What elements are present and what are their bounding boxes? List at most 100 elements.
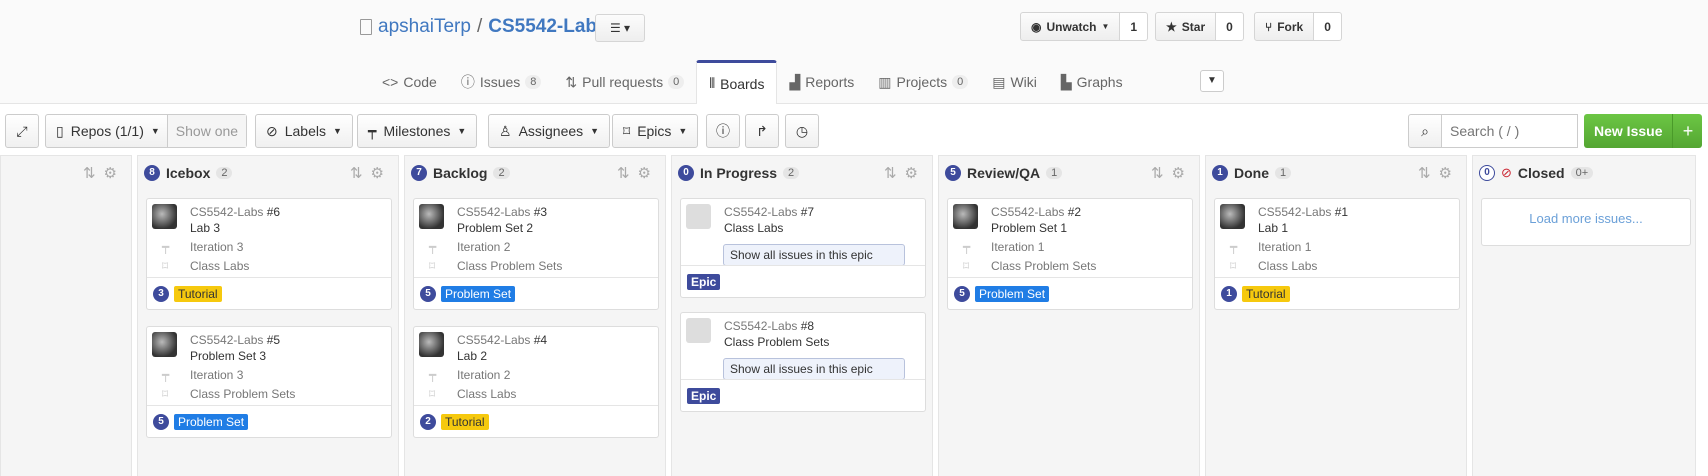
issues-toggle[interactable]: ⓘ <box>706 114 740 148</box>
repo-book-icon <box>360 19 372 35</box>
epic-card[interactable]: CS5542-Labs #8 Class Problem Sets Show a… <box>680 312 926 412</box>
issue-milestone: Iteration 3 <box>190 240 244 254</box>
repo-icon: ▯ <box>56 122 64 139</box>
issue-title[interactable]: Lab 3 <box>190 221 220 235</box>
load-more-link[interactable]: Load more issues... <box>1482 211 1690 226</box>
issue-title[interactable]: Problem Set 3 <box>190 349 266 363</box>
add-button[interactable]: + <box>1672 114 1703 148</box>
issue-title[interactable]: Class Problem Sets <box>724 335 829 349</box>
sort-settings-icons[interactable]: ⇅⚙ <box>1418 164 1460 182</box>
repo-owner-link[interactable]: apshaiTerp <box>378 16 471 38</box>
star-button[interactable]: ★ Star <box>1155 12 1217 41</box>
tab-reports[interactable]: ▟ Reports <box>777 60 866 104</box>
tab-code[interactable]: <> Code <box>370 60 449 104</box>
tab-label: Graphs <box>1076 74 1123 90</box>
label-badge[interactable]: Tutorial <box>441 413 489 430</box>
milestones-filter[interactable]: ┯ Milestones ▼ <box>357 114 478 148</box>
issue-title[interactable]: Problem Set 2 <box>457 221 533 235</box>
sort-settings-icons[interactable]: ⇅⚙ <box>83 164 125 182</box>
issue-card[interactable]: CS5542-Labs #6 Lab 3 ┯ Iteration 3 ⌑ Cla… <box>146 198 392 310</box>
card-footer: Epic <box>681 379 925 411</box>
story-points: 5 <box>420 285 436 302</box>
tab-label: Issues <box>479 74 521 90</box>
avatar <box>953 204 978 229</box>
repo-menu-button[interactable]: ☰ ▾ <box>595 14 645 42</box>
pull-request-icon: ↱ <box>756 122 768 139</box>
issue-ref: CS5542-Labs #8 <box>724 319 814 333</box>
epics-filter[interactable]: ⌑ Epics ▼ <box>612 114 699 148</box>
labels-filter[interactable]: ⊘ Labels ▼ <box>255 114 353 148</box>
issue-title[interactable]: Class Labs <box>724 221 783 235</box>
tab-boards[interactable]: ⫴ Boards <box>696 60 778 104</box>
issue-card[interactable]: CS5542-Labs #4 Lab 2 ┯ Iteration 2 ⌑ Cla… <box>413 326 659 438</box>
tab-wiki[interactable]: ▤ Wiki <box>980 60 1049 104</box>
issue-number: #2 <box>1067 205 1082 219</box>
column-number: 7 <box>411 165 427 181</box>
issue-card[interactable]: CS5542-Labs #5 Problem Set 3 ┯ Iteration… <box>146 326 392 438</box>
repo-name: CS5542-Labs <box>457 333 531 347</box>
caret-icon: ▼ <box>1101 22 1110 31</box>
fork-button[interactable]: ⑂ Fork <box>1254 12 1315 41</box>
column-header: 1 Done 1 ⇅⚙ <box>1206 156 1466 190</box>
search-button[interactable]: ⌕ <box>1408 114 1442 148</box>
new-issue-button[interactable]: New Issue <box>1584 114 1673 148</box>
sort-settings-icons[interactable]: ⇅⚙ <box>350 164 392 182</box>
sort-settings-icons[interactable]: ⇅⚙ <box>617 164 659 182</box>
sort-settings-icons[interactable]: ⇅⚙ <box>884 164 926 182</box>
tab-label: Wiki <box>1010 74 1037 90</box>
fullscreen-button[interactable]: ⤢ <box>5 114 39 148</box>
tab-count: 8 <box>525 75 542 89</box>
recent-toggle[interactable]: ◷ <box>785 114 819 148</box>
watch-count[interactable]: 1 <box>1120 12 1149 41</box>
label-badge[interactable]: Problem Set <box>174 413 249 430</box>
issue-title[interactable]: Lab 2 <box>457 349 487 363</box>
issue-card[interactable]: CS5542-Labs #3 Problem Set 2 ┯ Iteration… <box>413 198 659 310</box>
column-name: Review/QA <box>967 165 1041 181</box>
star-icon: ★ <box>1166 19 1177 34</box>
repos-filter[interactable]: ▯ Repos (1/1) ▼ Show one <box>45 114 248 148</box>
label-badge[interactable]: Problem Set <box>975 285 1050 302</box>
board: ⇅⚙ 8 Icebox 2 ⇅⚙ CS5542-Labs #6 Lab 3 ┯ … <box>0 155 1708 476</box>
epic-card[interactable]: CS5542-Labs #7 Class Labs Show all issue… <box>680 198 926 298</box>
fork-count[interactable]: 0 <box>1314 12 1342 41</box>
issue-card[interactable]: CS5542-Labs #1 Lab 1 ┯ Iteration 1 ⌑ Cla… <box>1214 198 1460 310</box>
issue-title[interactable]: Problem Set 1 <box>991 221 1067 235</box>
show-epic-issues-button[interactable]: Show all issues in this epic <box>723 244 905 266</box>
show-epic-issues-button[interactable]: Show all issues in this epic <box>723 358 905 380</box>
tag-icon: ⊘ <box>266 122 278 139</box>
column-count: 0+ <box>1570 167 1594 179</box>
pull-requests-toggle[interactable]: ↱ <box>745 114 779 148</box>
repo-name-link[interactable]: CS5542-Labs <box>488 16 607 38</box>
issue-number: #8 <box>800 319 815 333</box>
tab-label: Code <box>403 74 437 90</box>
issue-title[interactable]: Lab 1 <box>1258 221 1288 235</box>
tab-pull-requests[interactable]: ⇅ Pull requests 0 <box>553 60 696 104</box>
issue-epic: Class Labs <box>190 259 250 273</box>
issue-card[interactable]: CS5542-Labs #2 Problem Set 1 ┯ Iteration… <box>947 198 1193 310</box>
more-tabs-button[interactable]: ▼ <box>1200 70 1224 92</box>
tab-graphs[interactable]: ▙ Graphs <box>1049 60 1135 104</box>
issue-epic: Class Labs <box>1258 259 1318 273</box>
card-footer: 5 Problem Set <box>147 405 391 437</box>
epic-badge[interactable]: Epic <box>687 273 721 290</box>
column-review-qa: 5 Review/QA 1 ⇅⚙ CS5542-Labs #2 Problem … <box>938 155 1200 476</box>
sort-settings-icons[interactable]: ⇅⚙ <box>1151 164 1193 182</box>
label-badge[interactable]: Tutorial <box>1242 285 1290 302</box>
repo-name: CS5542-Labs <box>991 205 1065 219</box>
epic-badge[interactable]: Epic <box>687 387 721 404</box>
show-one-button[interactable]: Show one <box>166 115 247 147</box>
search-input[interactable] <box>1442 114 1578 148</box>
repo-name: CS5542-Labs <box>190 205 264 219</box>
story-points: 5 <box>954 285 970 302</box>
issue-number: #7 <box>800 205 815 219</box>
repo-header: apshaiTerp / CS5542-Labs ☰ ▾ ◉ Unwatch ▼ 1… <box>0 0 1708 104</box>
label-badge[interactable]: Problem Set <box>441 285 516 302</box>
watch-button[interactable]: ◉ Unwatch ▼ <box>1020 12 1121 41</box>
label-badge[interactable]: Tutorial <box>174 285 222 302</box>
search-icon: ⌕ <box>1421 123 1429 139</box>
tab-issues[interactable]: ⓘ Issues 8 <box>449 60 554 104</box>
issue-ref: CS5542-Labs #2 <box>991 205 1081 219</box>
tab-projects[interactable]: ▥ Projects 0 <box>866 60 980 104</box>
assignees-filter[interactable]: ♙ Assignees ▼ <box>488 114 611 148</box>
star-count[interactable]: 0 <box>1216 12 1244 41</box>
